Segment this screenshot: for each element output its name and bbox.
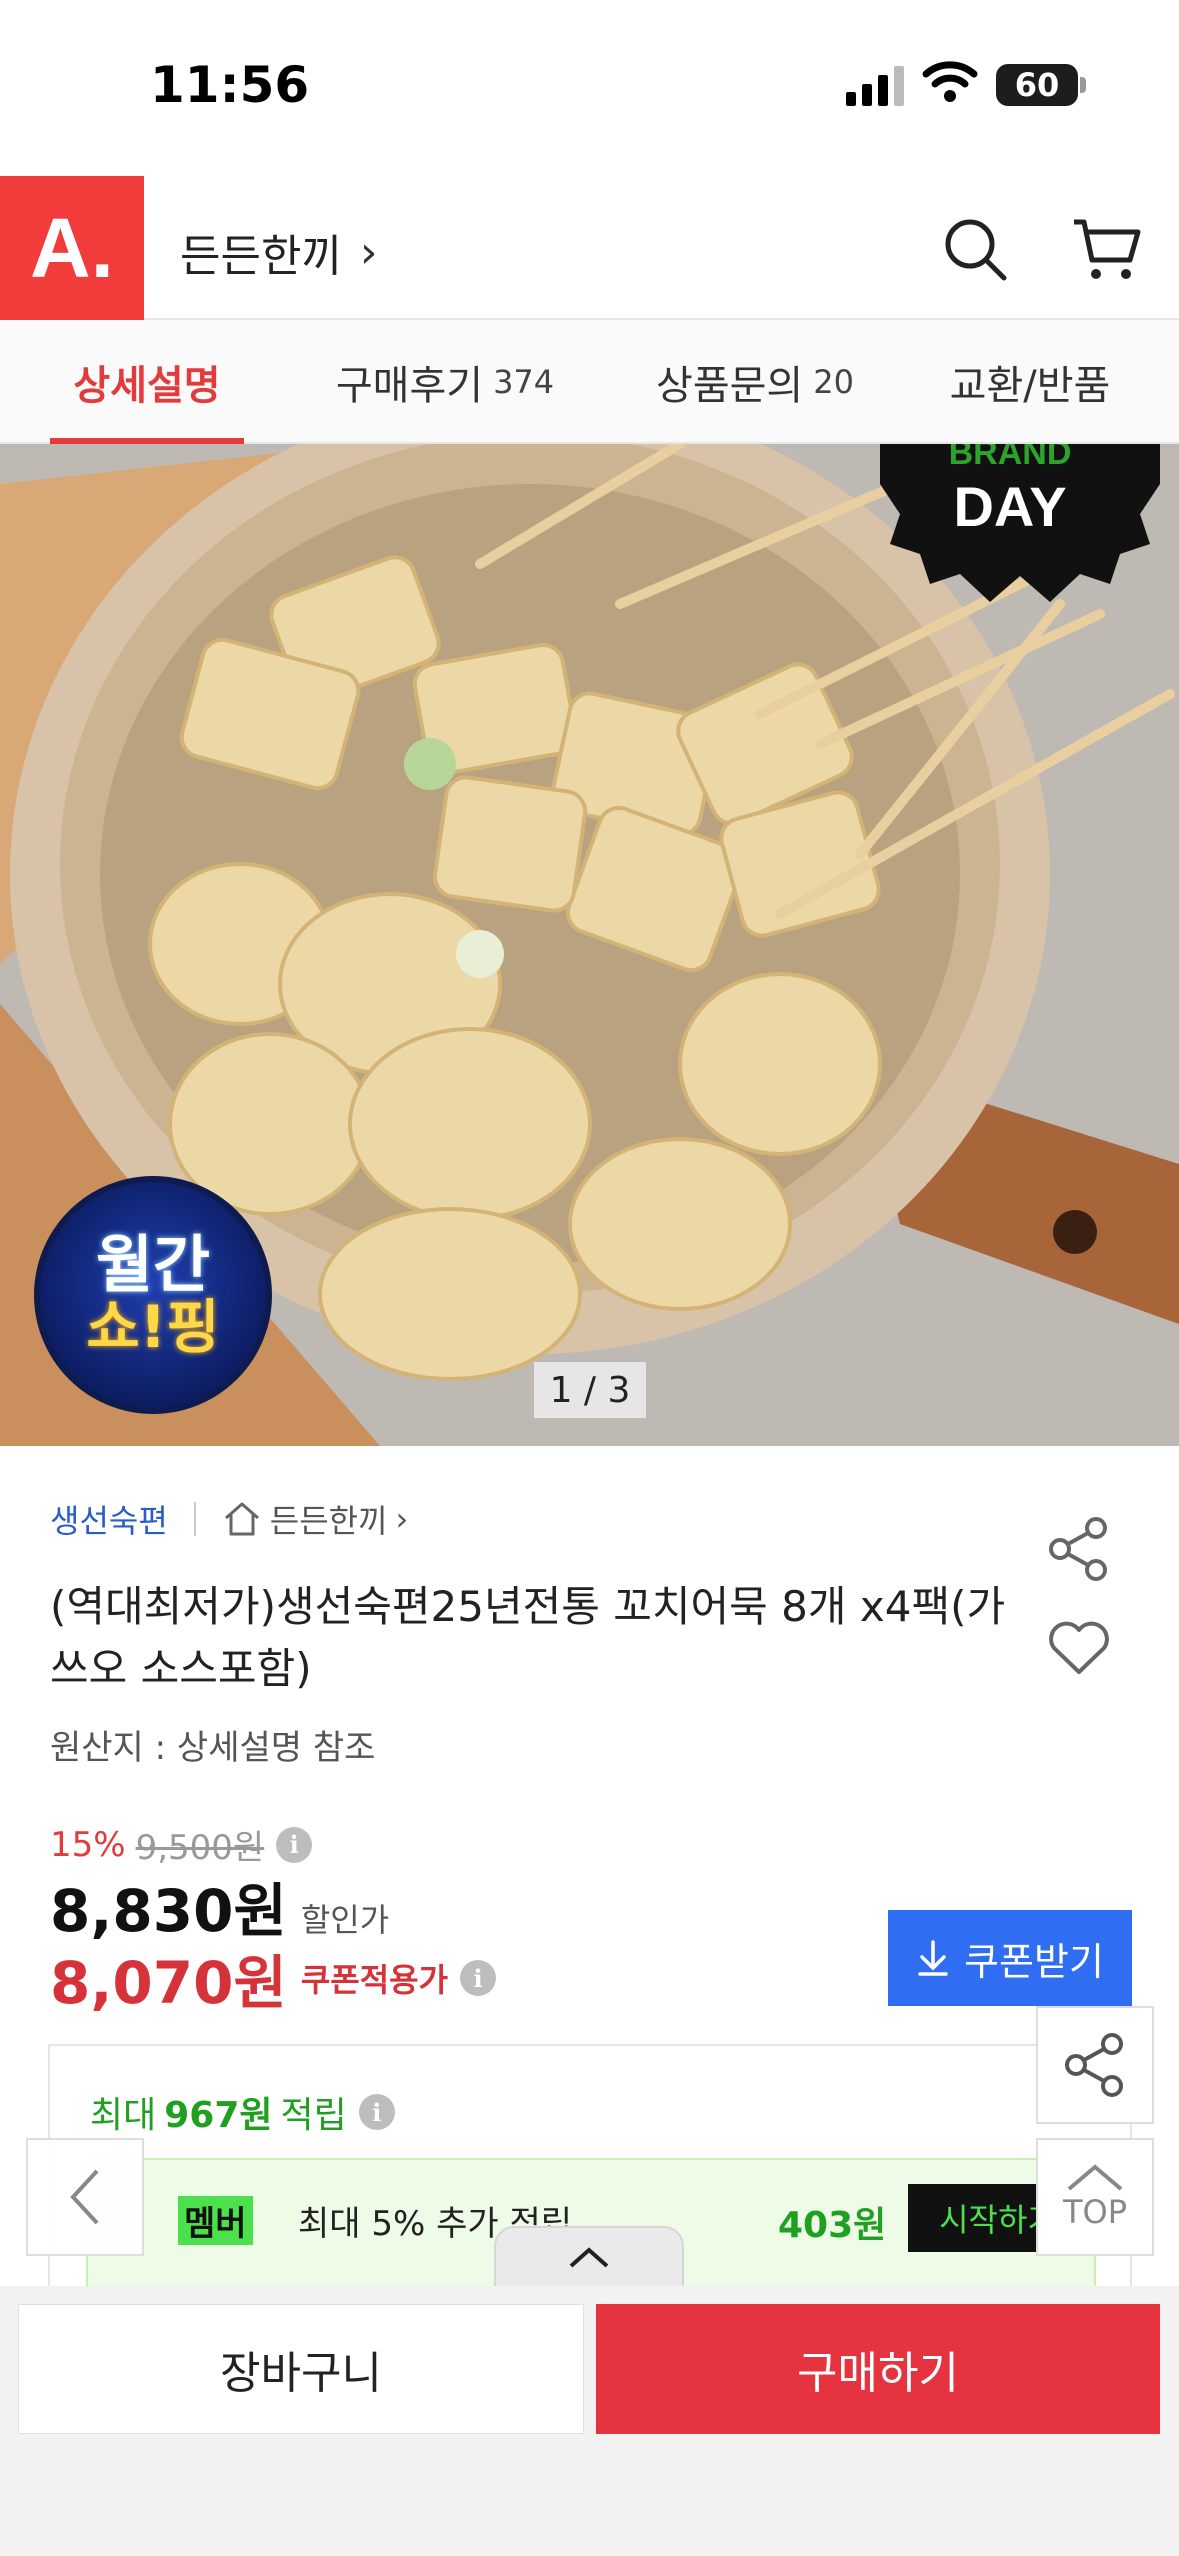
- image-page-indicator: 1 / 3: [534, 1362, 646, 1418]
- store-home-link[interactable]: 든든한끼: [270, 1496, 388, 1542]
- home-icon: [224, 1502, 259, 1536]
- app-header: A. 든든한끼 ›: [0, 176, 1179, 320]
- back-button[interactable]: [26, 2138, 144, 2256]
- tab-label: 상세설명: [73, 363, 221, 409]
- max-points-row: 최대 967원 적립 i: [90, 2086, 395, 2138]
- points-suffix: 적립: [280, 2095, 347, 2136]
- add-to-cart-button[interactable]: 장바구니: [18, 2304, 584, 2434]
- original-price: 9,500원: [135, 1828, 265, 1868]
- tab-count: 374: [493, 363, 555, 401]
- product-tabs: 상세설명 구매후기 374 상품문의 20 교환/반품: [0, 320, 1179, 444]
- buy-now-button[interactable]: 구매하기: [596, 2304, 1160, 2434]
- discount-rate: 15%: [50, 1824, 126, 1865]
- badge-line2: 쇼!핑: [86, 1293, 220, 1362]
- tab-detail[interactable]: 상세설명: [50, 320, 244, 444]
- expand-options-handle[interactable]: [494, 2226, 684, 2288]
- monthly-shopping-badge[interactable]: 월간 쇼!핑: [34, 1176, 272, 1414]
- coupon-price-label: 쿠폰적용가: [300, 1961, 449, 1999]
- coupon-button-label: 쿠폰받기: [964, 1939, 1104, 1984]
- svg-text:BRAND: BRAND: [949, 444, 1072, 472]
- chevron-left-icon: [70, 2169, 99, 2225]
- tab-label: 교환/반품: [949, 363, 1111, 409]
- tab-exchange-return[interactable]: 교환/반품: [940, 320, 1120, 444]
- info-icon[interactable]: i: [276, 1826, 313, 1863]
- app-logo[interactable]: A.: [0, 176, 144, 320]
- info-icon[interactable]: i: [358, 2094, 395, 2130]
- brand-day-badge: BRAND DAY: [880, 444, 1160, 602]
- store-name-link[interactable]: 든든한끼 ›: [180, 220, 378, 284]
- bottom-action-bar: 장바구니 구매하기: [0, 2286, 1179, 2556]
- chevron-up-icon: [1067, 2164, 1123, 2191]
- download-icon: [918, 1940, 948, 1976]
- coupon-price-row: 8,070원 쿠폰적용가 i: [50, 1936, 497, 2020]
- tab-reviews[interactable]: 구매후기 374: [320, 320, 570, 444]
- tab-label: 상품문의: [656, 363, 804, 409]
- coupon-download-button[interactable]: 쿠폰받기: [888, 1910, 1132, 2006]
- seller-link[interactable]: 생선숙편: [50, 1496, 168, 1542]
- tab-label: 구매후기: [335, 363, 484, 409]
- wifi-icon: [922, 61, 978, 102]
- share-icon: [1065, 2033, 1123, 2097]
- points-amount: 967원: [164, 2095, 273, 2136]
- store-name: 든든한끼: [180, 231, 342, 282]
- scroll-top-button[interactable]: TOP: [1036, 2138, 1154, 2256]
- cellular-signal-icon: [846, 66, 904, 106]
- seller-row: 생선숙편 든든한끼 ›: [50, 1496, 408, 1542]
- top-label: TOP: [1062, 2193, 1128, 2231]
- chevron-right-icon: ›: [359, 226, 378, 278]
- battery-level: 60: [1014, 66, 1060, 104]
- price-original-row: 15% 9,500원 i: [50, 1820, 313, 1869]
- product-title: (역대최저가)생선숙편25년전통 꼬치어묵 8개 x4팩(가쓰오 소스포함): [50, 1582, 1006, 1693]
- member-points: 403원: [778, 2205, 887, 2246]
- divider: [193, 1502, 196, 1536]
- sale-price-label: 할인가: [300, 1901, 390, 1939]
- search-icon[interactable]: [940, 214, 1010, 284]
- share-icon[interactable]: [1046, 1516, 1112, 1582]
- floating-share-button[interactable]: [1036, 2006, 1154, 2124]
- member-tag: 멤버: [178, 2196, 253, 2245]
- tab-qna[interactable]: 상품문의 20: [630, 320, 880, 444]
- points-prefix: 최대: [90, 2095, 157, 2136]
- battery-cap: [1080, 77, 1086, 93]
- tab-count: 20: [813, 363, 854, 401]
- status-time: 11:56: [150, 56, 310, 114]
- chevron-right-icon: ›: [395, 1500, 409, 1538]
- brand-day-text: DAY: [953, 475, 1066, 538]
- battery-icon: 60: [996, 64, 1078, 106]
- coupon-price: 8,070원: [50, 1949, 287, 2017]
- status-bar: 11:56 60: [0, 0, 1179, 176]
- badge-line1: 월간: [95, 1228, 211, 1301]
- heart-icon[interactable]: [1046, 1618, 1112, 1678]
- product-origin: 원산지 : 상세설명 참조: [50, 1728, 376, 1768]
- chevron-up-icon: [569, 2247, 609, 2268]
- cart-icon[interactable]: [1070, 214, 1142, 284]
- info-icon[interactable]: i: [460, 1960, 497, 1996]
